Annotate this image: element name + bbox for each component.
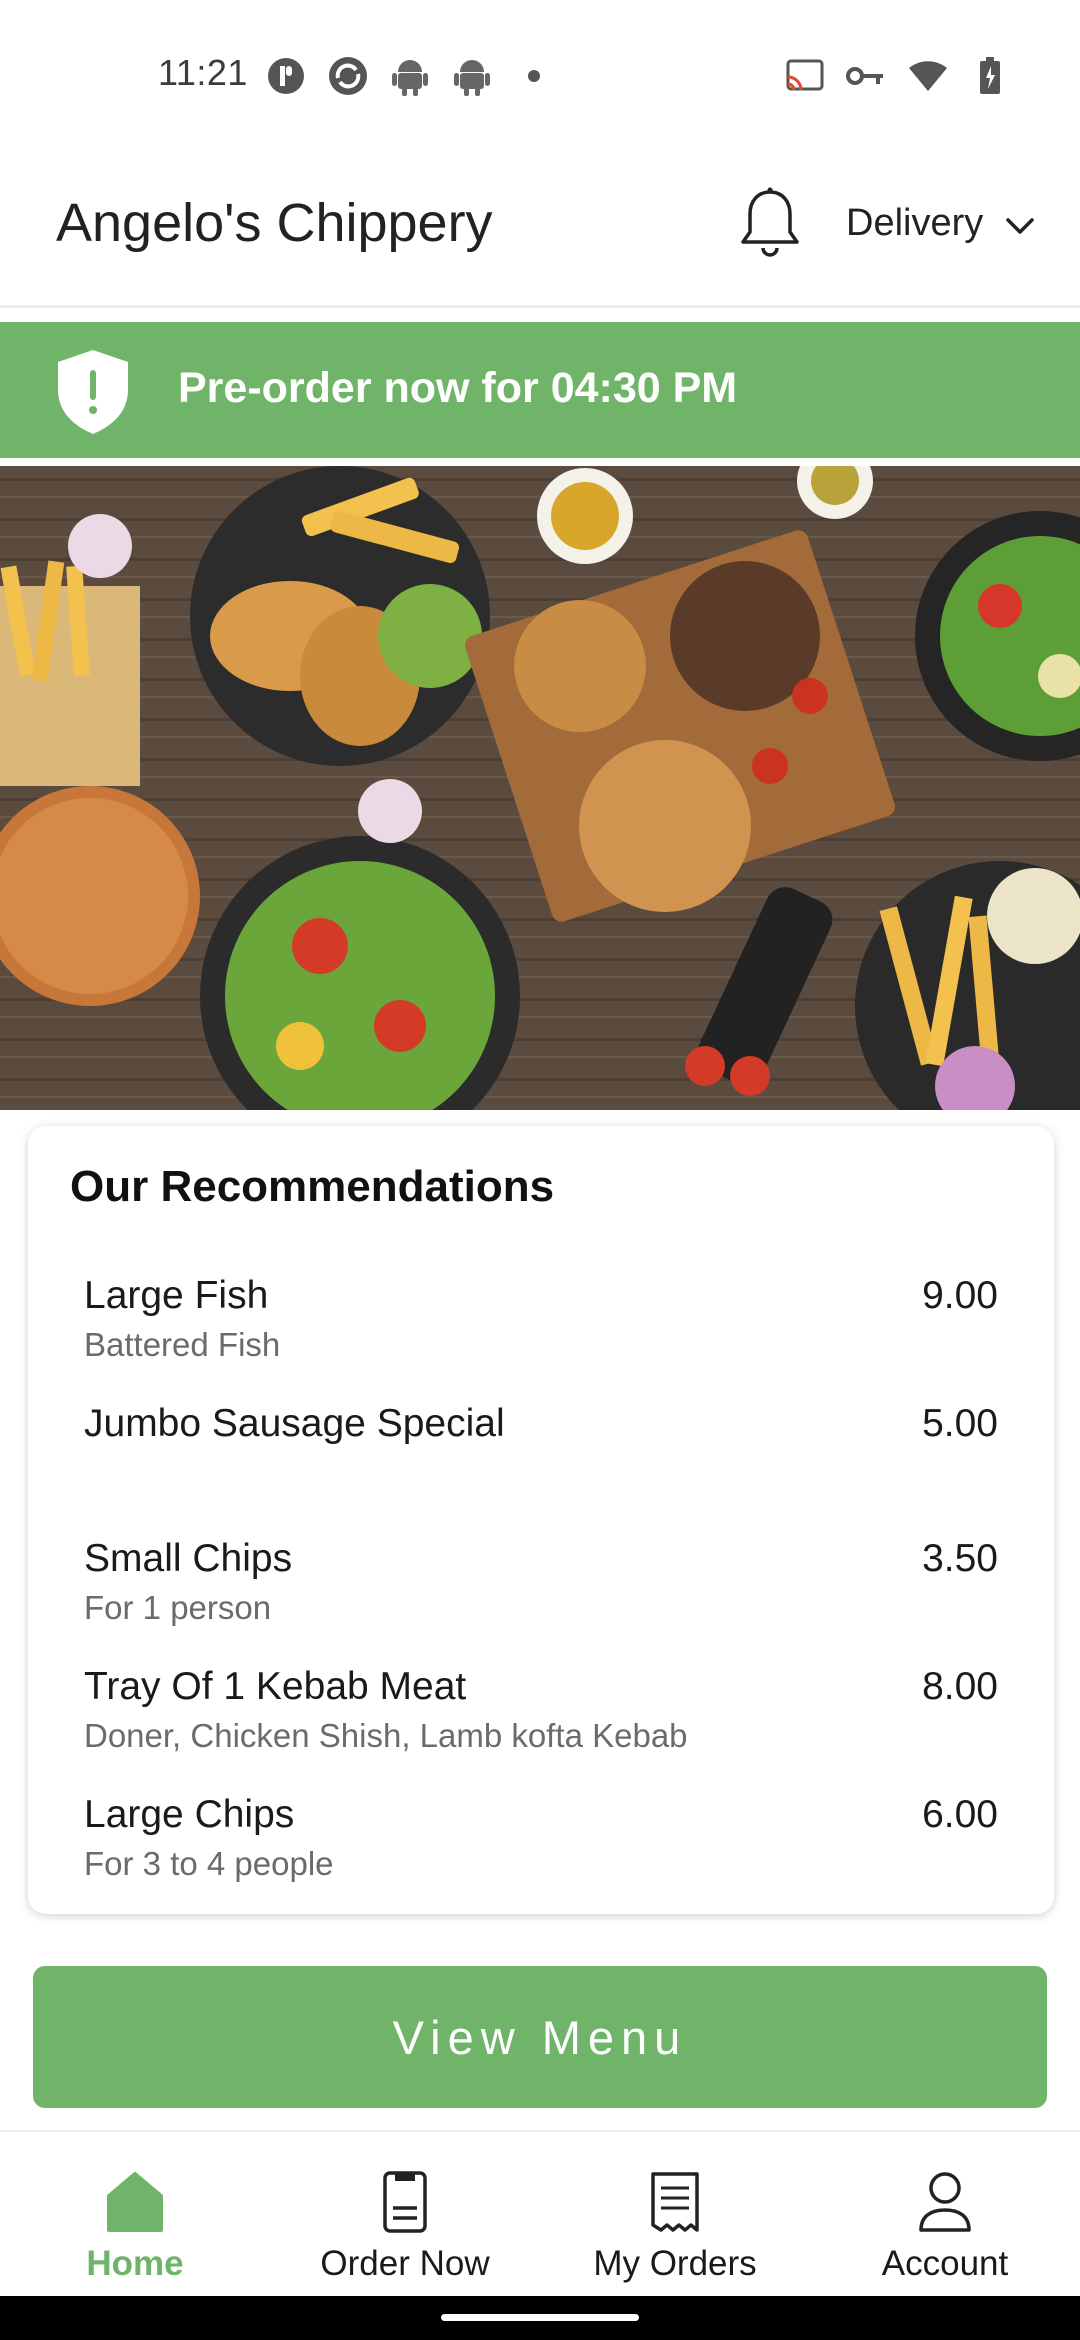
recommendation-item[interactable]: Large Fish Battered Fish 9.00: [84, 1274, 998, 1384]
item-name: Small Chips: [84, 1537, 293, 1580]
nav-label: Account: [881, 2244, 1009, 2283]
recommendation-item[interactable]: Large Chips For 3 to 4 people 6.00: [84, 1793, 998, 1903]
delivery-mode-dropdown[interactable]: Delivery: [846, 202, 1035, 245]
android-icon: [452, 56, 492, 96]
battery-icon: [970, 56, 1010, 96]
status-bar: 11:21: [0, 0, 1080, 150]
status-time: 11:21: [158, 52, 248, 93]
recommendations-title: Our Recommendations: [70, 1162, 555, 1211]
recommendation-item[interactable]: Tray Of 1 Kebab Meat Doner, Chicken Shis…: [84, 1665, 998, 1775]
item-description: Doner, Chicken Shish, Lamb kofta Kebab: [84, 1717, 688, 1754]
person-icon: [915, 2170, 975, 2234]
preorder-banner[interactable]: Pre-order now for 04:30 PM: [0, 322, 1080, 458]
android-icon: [390, 56, 430, 96]
receipt-icon: [645, 2170, 705, 2234]
recommendation-item[interactable]: Small Chips For 1 person 3.50: [84, 1537, 998, 1647]
item-description: For 1 person: [84, 1589, 272, 1626]
home-gesture-handle[interactable]: [441, 2314, 639, 2321]
restaurant-title: Angelo's Chippery: [56, 193, 493, 253]
nav-label: My Orders: [593, 2244, 757, 2283]
app-header: Angelo's Chippery Delivery: [0, 150, 1080, 308]
nav-account[interactable]: Account: [810, 2132, 1080, 2298]
item-name: Tray Of 1 Kebab Meat: [84, 1665, 467, 1708]
item-description: Battered Fish: [84, 1326, 281, 1363]
item-price: 6.00: [922, 1793, 998, 1836]
chevron-down-icon: [1005, 202, 1035, 245]
cast-icon: [784, 56, 824, 96]
item-name: Large Chips: [84, 1793, 295, 1836]
notifications-bell-icon[interactable]: [738, 186, 802, 262]
system-navigation-bar: [0, 2296, 1080, 2340]
item-name: Jumbo Sausage Special: [84, 1402, 505, 1445]
hero-food-image: [0, 466, 1080, 1110]
preorder-banner-text: Pre-order now for 04:30 PM: [178, 364, 738, 412]
vpn-key-icon: [846, 56, 886, 96]
notification-icons: [266, 56, 554, 96]
wifi-icon: [908, 56, 948, 96]
delivery-mode-label: Delivery: [846, 202, 984, 244]
nav-label: Home: [86, 2244, 184, 2283]
item-name: Large Fish: [84, 1274, 269, 1317]
nav-my-orders[interactable]: My Orders: [540, 2132, 810, 2298]
bottom-navigation: Home Order Now My Orders Account: [0, 2130, 1080, 2296]
nav-order-now[interactable]: Order Now: [270, 2132, 540, 2298]
app-notification-icon: [266, 56, 306, 96]
nav-label: Order Now: [320, 2244, 490, 2283]
item-price: 8.00: [922, 1665, 998, 1708]
more-notifications-dot-icon: [514, 56, 554, 96]
system-status-icons: [784, 56, 1010, 96]
sync-notification-icon: [328, 56, 368, 96]
view-menu-button[interactable]: View Menu: [33, 1966, 1047, 2108]
item-description: For 3 to 4 people: [84, 1845, 334, 1882]
nav-home[interactable]: Home: [0, 2132, 270, 2298]
recommendation-item[interactable]: Jumbo Sausage Special 5.00: [84, 1402, 998, 1512]
order-icon: [375, 2170, 435, 2234]
shield-alert-icon: [56, 348, 130, 436]
item-price: 3.50: [922, 1537, 998, 1580]
home-icon: [105, 2170, 165, 2234]
item-price: 9.00: [922, 1274, 998, 1317]
item-price: 5.00: [922, 1402, 998, 1445]
recommendations-card: Our Recommendations Large Fish Battered …: [28, 1126, 1054, 1914]
